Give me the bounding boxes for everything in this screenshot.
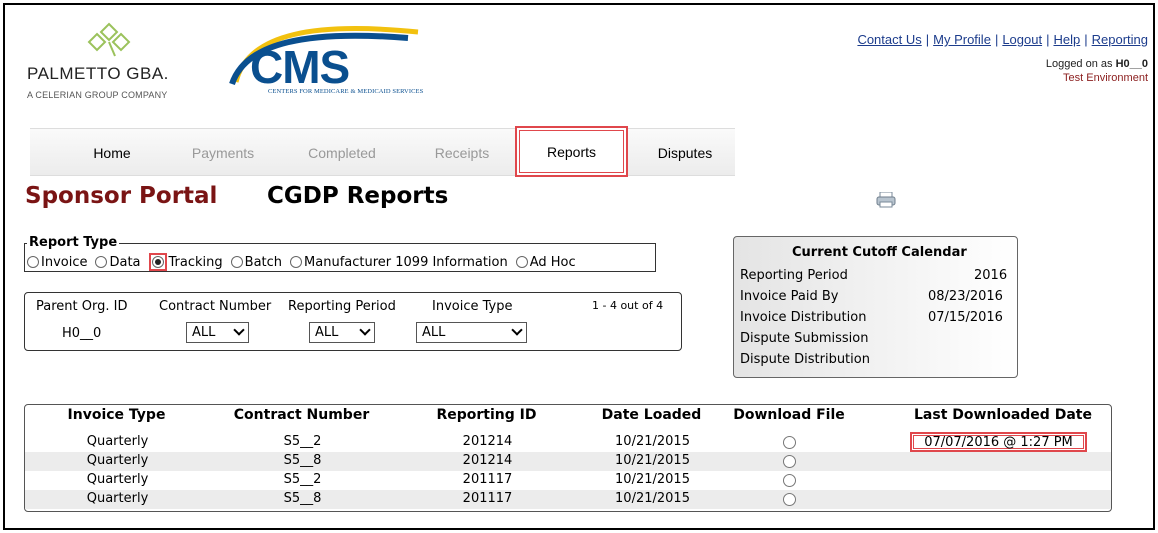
cutoff-invoice-paid-label: Invoice Paid By [740,289,839,304]
cell-contract: S5__2 [283,472,322,487]
cms-wordmark: CMS [250,41,350,93]
contract-number-label: Contract Number [159,299,272,314]
tab-disputes[interactable]: Disputes [640,129,730,177]
report-type-tracking[interactable]: Tracking [148,253,223,271]
invoice-type-label: Invoice Type [432,299,513,314]
cell-date-loaded: 10/21/2015 [615,491,690,506]
chevron-down-icon [511,324,523,336]
cutoff-dispute-submission-label: Dispute Submission [740,331,869,346]
radio-checked-icon[interactable] [151,256,164,268]
download-radio[interactable] [783,474,796,487]
col-last-downloaded: Last Downloaded Date [914,407,1092,423]
col-reporting-id: Reporting ID [436,407,537,423]
my-profile-link[interactable]: My Profile [933,32,991,47]
radio-icon[interactable] [27,256,39,268]
environment-label: Test Environment [1063,72,1148,84]
top-links: Contact Us | My Profile | Logout | Help | Report… [857,32,1148,47]
radio-icon[interactable] [515,256,528,268]
result-count: 1 - 4 out of 4 [592,299,664,312]
reporting-period-label: Reporting Period [288,299,396,314]
contact-us-link[interactable]: Contact Us [857,32,921,47]
radio-icon[interactable] [95,256,108,268]
cutoff-dispute-distribution-label: Dispute Distribution [740,352,870,367]
cms-subtitle: CENTERS FOR MEDICARE & MEDICAID SERVICES [268,88,424,95]
tab-completed[interactable]: Completed [292,129,392,177]
cms-logo: CMS CENTERS FOR MEDICARE & MEDICAID SERV… [228,22,428,102]
chevron-down-icon [233,324,245,336]
table-row: Quarterly S5__8 201117 10/21/2015 [25,490,1111,509]
radio-icon[interactable] [290,256,303,268]
reporting-period-select[interactable]: ALL [309,322,375,343]
portal-title: Sponsor Portal [25,183,218,209]
page-title: CGDP Reports [267,183,449,209]
cell-invoice-type: Quarterly [86,453,149,468]
cell-contract: S5__8 [283,491,322,506]
report-type-manufacturer-1099[interactable]: Manufacturer 1099 Information [290,255,508,270]
cell-reporting-id: 201214 [462,453,513,468]
tab-payments[interactable]: Payments [178,129,268,177]
parent-org-value: H0__0 [62,326,102,341]
report-type-invoice[interactable]: Invoice [27,255,87,270]
tab-receipts[interactable]: Receipts [422,129,502,177]
contract-number-select[interactable]: ALL [186,322,249,343]
cell-contract: S5__2 [283,434,322,449]
col-date-loaded: Date Loaded [601,407,702,423]
last-downloaded-highlight: 07/07/2016 @ 1:27 PM [910,432,1087,452]
printer-icon[interactable] [876,192,896,208]
cutoff-invoice-distribution-value: 07/15/2016 [928,310,1003,325]
cell-invoice-type: Quarterly [86,434,149,449]
table-row: Quarterly S5__8 201214 10/21/2015 [25,452,1111,471]
cell-contract: S5__8 [283,453,322,468]
reporting-link[interactable]: Reporting [1092,32,1148,47]
cell-reporting-id: 201214 [462,434,513,449]
palmetto-leaf-icon [87,22,131,57]
tab-reports[interactable]: Reports [515,126,628,177]
parent-org-label: Parent Org. ID [36,299,128,314]
cutoff-calendar-title: Current Cutoff Calendar [792,245,967,260]
palmetto-tagline: A CELERIAN GROUP COMPANY [27,90,168,100]
report-type-options: Invoice Data Tracking Batch Manufacturer… [27,253,584,271]
download-radio[interactable] [783,436,796,449]
cell-date-loaded: 10/21/2015 [615,434,690,449]
cell-invoice-type: Quarterly [86,491,149,506]
logged-on-status: Logged on as H0__0 [1045,58,1148,70]
cell-invoice-type: Quarterly [86,472,149,487]
logged-on-user: H0__0 [1115,58,1148,70]
download-radio[interactable] [783,493,796,506]
cell-reporting-id: 201117 [462,472,513,487]
tab-home[interactable]: Home [72,129,152,177]
col-invoice-type: Invoice Type [67,407,166,423]
chevron-down-icon [359,324,371,336]
logout-link[interactable]: Logout [1002,32,1042,47]
report-type-ad-hoc[interactable]: Ad Hoc [515,255,576,270]
cutoff-reporting-period-value: 2016 [974,268,1008,283]
palmetto-name: PALMETTO GBA. [27,64,169,83]
cell-date-loaded: 10/21/2015 [615,472,690,487]
table-header: Invoice Type Contract Number Reporting I… [24,407,1112,427]
main-nav: Home Payments Completed Receipts Dispute… [30,128,735,176]
tab-reports-label: Reports [519,130,624,173]
cell-reporting-id: 201117 [462,491,513,506]
col-contract-number: Contract Number [233,407,370,423]
radio-icon[interactable] [230,256,243,268]
table-row: Quarterly S5__2 201117 10/21/2015 [25,471,1111,490]
download-radio[interactable] [783,455,796,468]
cutoff-reporting-period-label: Reporting Period [740,268,848,283]
tracking-highlight [148,253,167,271]
cell-date-loaded: 10/21/2015 [615,453,690,468]
report-type-batch[interactable]: Batch [230,255,282,270]
cutoff-invoice-paid-value: 08/23/2016 [928,289,1003,304]
report-type-data[interactable]: Data [95,255,141,270]
report-type-legend: Report Type [27,235,120,250]
cutoff-invoice-distribution-label: Invoice Distribution [740,310,867,325]
invoice-type-select[interactable]: ALL [416,322,527,343]
col-download-file: Download File [733,407,845,423]
help-link[interactable]: Help [1053,32,1080,47]
cell-last-downloaded: 07/07/2016 @ 1:27 PM [913,435,1084,450]
